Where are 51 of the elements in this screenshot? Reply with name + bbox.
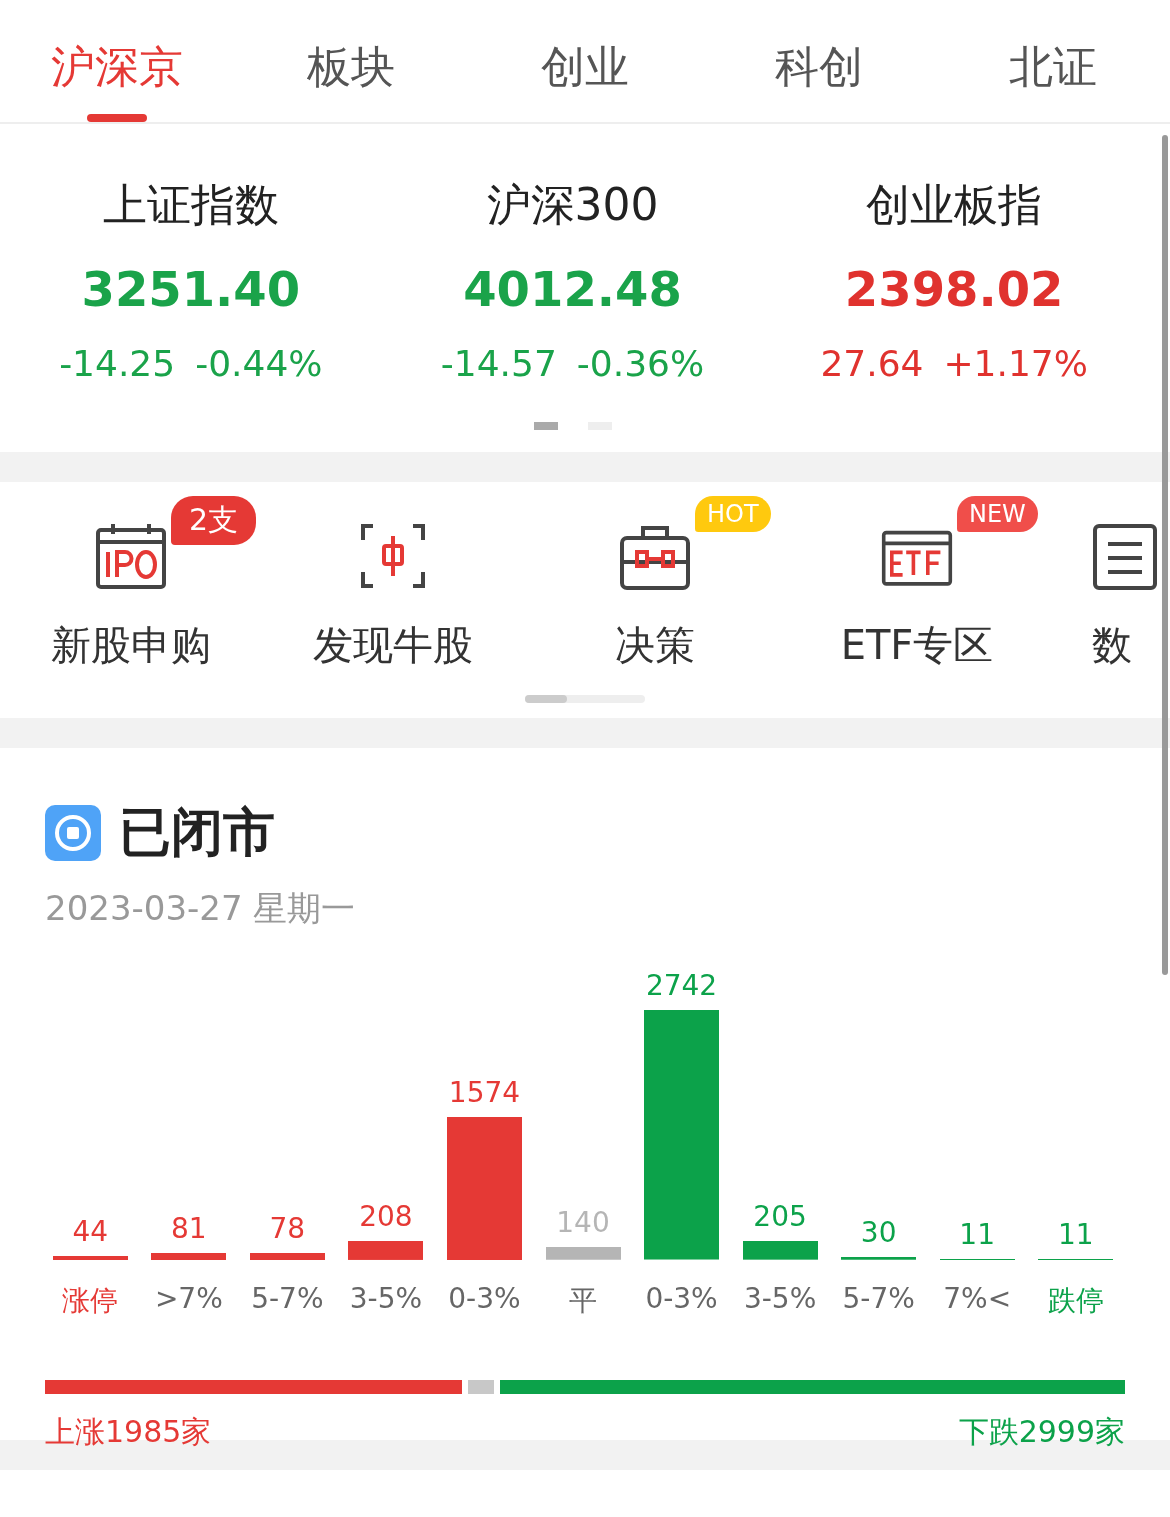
bar-value-label: 2742 xyxy=(645,969,718,1003)
index-name[interactable]: 创业板指 xyxy=(866,176,1043,235)
index-value: 2398.02 xyxy=(844,261,1064,317)
category-label: 3-5% xyxy=(349,1282,423,1315)
bar-value-label: 81 xyxy=(171,1211,207,1245)
shortcut-label[interactable]: 发现牛股 xyxy=(313,618,473,673)
category-label: 跌停 xyxy=(1047,1283,1104,1319)
shortcut-label[interactable]: ETF专区 xyxy=(840,618,994,673)
shortcut-label[interactable]: 决策 xyxy=(615,618,695,673)
category-label: 5-7% xyxy=(251,1282,324,1315)
category-label: 平 xyxy=(569,1283,597,1319)
index-percent: -0.44% xyxy=(195,343,323,384)
badge: HOT xyxy=(695,496,771,532)
market-tab[interactable]: 板块 xyxy=(234,0,468,122)
bar-value-label: 11 xyxy=(1057,1218,1094,1251)
bar-value-label: 140 xyxy=(556,1206,610,1240)
index-value: 3251.40 xyxy=(81,261,301,317)
index-value: 4012.48 xyxy=(463,261,682,317)
category-label: 0-3% xyxy=(448,1282,521,1315)
index-change: -14.57 xyxy=(440,343,557,384)
index-change: -14.25 xyxy=(59,343,176,384)
category-label: 5-7% xyxy=(842,1282,915,1315)
advancers-count: 上涨1985家 xyxy=(45,1413,212,1451)
index-change: 27.64 xyxy=(820,343,924,384)
bar-value-label: 44 xyxy=(72,1215,109,1248)
shortcut-label[interactable]: 数 xyxy=(1092,618,1132,673)
bar-value-label: 1574 xyxy=(448,1075,521,1109)
category-label: >7% xyxy=(154,1282,223,1315)
category-label: 7%< xyxy=(943,1282,1012,1315)
index-name[interactable]: 沪深300 xyxy=(486,176,659,235)
market-tab[interactable]: 科创 xyxy=(702,0,936,122)
market-tab[interactable]: 创业 xyxy=(468,0,702,122)
bar-value-label: 78 xyxy=(269,1211,306,1245)
market-status: 已闭市 xyxy=(119,801,275,864)
bar-value-label: 205 xyxy=(753,1200,807,1234)
index-percent: +1.17% xyxy=(943,343,1088,384)
index-name[interactable]: 上证指数 xyxy=(102,176,279,235)
category-label: 0-3% xyxy=(645,1282,718,1315)
bar-value-label: 208 xyxy=(359,1200,413,1234)
category-label: 涨停 xyxy=(62,1283,119,1319)
bar-value-label: 11 xyxy=(959,1218,995,1251)
badge: 2支 xyxy=(171,496,257,545)
badge: NEW xyxy=(957,496,1038,532)
shortcut-label[interactable]: 新股申购 xyxy=(51,618,211,673)
bar-value-label: 30 xyxy=(860,1216,897,1250)
category-label: 3-5% xyxy=(743,1282,817,1315)
decliners-count: 下跌2999家 xyxy=(958,1413,1125,1451)
market-tab[interactable]: 北证 xyxy=(936,0,1170,122)
date-text: 2023-03-27 星期一 xyxy=(45,887,357,930)
index-percent: -0.36% xyxy=(576,343,705,384)
market-tab[interactable]: 沪深京 xyxy=(0,0,234,122)
